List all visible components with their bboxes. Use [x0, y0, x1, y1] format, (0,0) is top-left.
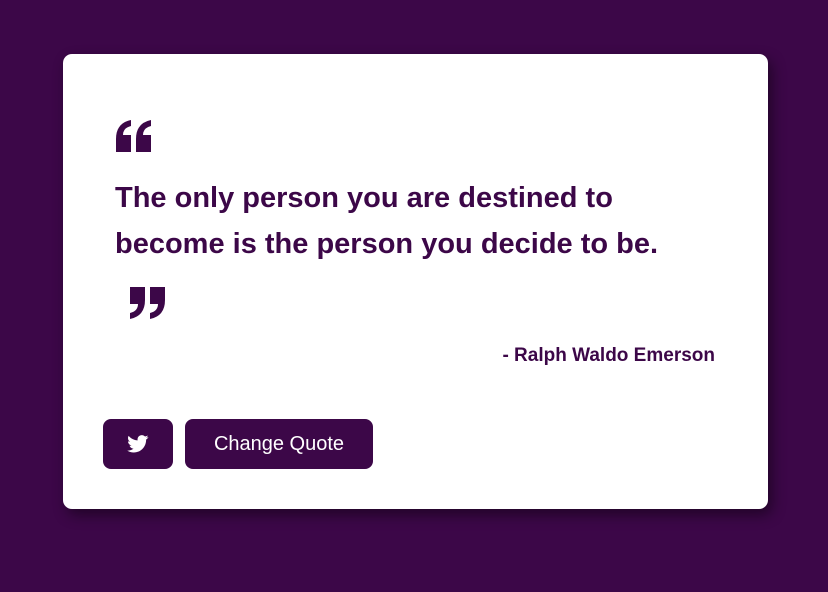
quote-right-icon [130, 287, 165, 319]
tweet-button[interactable] [103, 419, 173, 469]
quote-author: - Ralph Waldo Emerson [502, 345, 715, 366]
quote-left-icon [116, 120, 151, 152]
twitter-icon [127, 435, 149, 453]
quote-text: The only person you are destined to beco… [115, 182, 659, 260]
change-quote-button[interactable]: Change Quote [185, 419, 373, 469]
quote-card: The only person you are destined to beco… [63, 54, 768, 509]
